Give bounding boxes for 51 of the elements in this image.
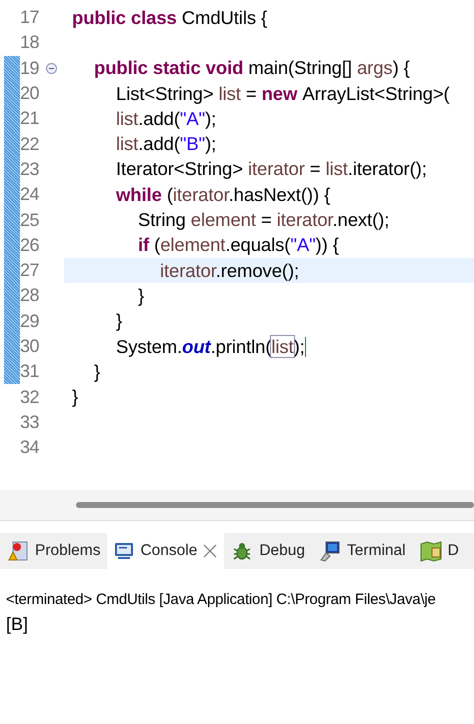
line-number: 29: [20, 310, 40, 332]
code-line: Iterator<String> iterator = list.iterator();: [116, 158, 427, 180]
line-number: 30: [20, 336, 40, 357]
monitor-icon: [114, 541, 134, 561]
line-number: 24: [20, 184, 40, 206]
code-line: while (iterator.hasNext()) {: [116, 184, 330, 206]
line-number: 28: [20, 285, 40, 306]
line-number: 34: [20, 437, 40, 458]
console-output: [B]: [6, 614, 30, 635]
code-line: list.add("B");: [116, 133, 216, 156]
tab-label: D: [448, 542, 459, 560]
code-line: if (element.equals("A")) {: [138, 234, 339, 256]
line-number: 23: [20, 158, 40, 180]
map-icon: [420, 540, 442, 562]
panel-tab[interactable]: D: [412, 533, 466, 569]
terminal-icon: [319, 540, 342, 562]
tab-label: Terminal: [347, 542, 406, 560]
line-number: 33: [20, 412, 40, 433]
code-line: list.add("A");: [116, 108, 216, 130]
code-line: }: [72, 386, 78, 408]
tab-label: Console: [140, 542, 198, 560]
line-number: 27: [20, 260, 40, 282]
panel-tab[interactable]: Debug: [224, 533, 312, 569]
panel-tab[interactable]: Console: [107, 533, 224, 569]
console-status: <terminated> CmdUtils [Java Application] C:\Program Files\Java\je: [6, 591, 437, 608]
tab-label: Problems: [35, 542, 100, 560]
line-number: 21: [20, 108, 40, 130]
line-number: 22: [20, 134, 40, 155]
scrollbar-thumb[interactable]: [76, 502, 474, 508]
problems-icon: [7, 540, 29, 562]
code-line: List<String> list = new ArrayList<String>(: [116, 82, 450, 105]
line-number: 18: [20, 32, 40, 54]
line-number: 31: [20, 361, 40, 382]
line-number: 26: [20, 234, 40, 256]
line-number: 17: [20, 7, 40, 28]
tab-label: Debug: [259, 542, 306, 560]
code-line: iterator.remove();: [160, 260, 300, 282]
line-number: 19: [20, 58, 40, 79]
code-line: public static void main(String[] args) {: [94, 57, 410, 80]
line-number: 20: [20, 83, 40, 104]
code-line: }: [94, 360, 100, 383]
code-line: }: [138, 284, 144, 307]
panel-tab[interactable]: Problems: [0, 533, 108, 569]
line-number: 32: [20, 386, 40, 408]
code-line: String element = iterator.next();: [138, 209, 390, 232]
close-icon[interactable]: [203, 544, 218, 558]
line-number: 25: [20, 210, 40, 231]
collapse-icon[interactable]: [46, 62, 57, 74]
panel-tab[interactable]: Terminal: [312, 533, 413, 569]
code-line: }: [116, 310, 122, 332]
code-line: public class CmdUtils {: [72, 6, 268, 29]
